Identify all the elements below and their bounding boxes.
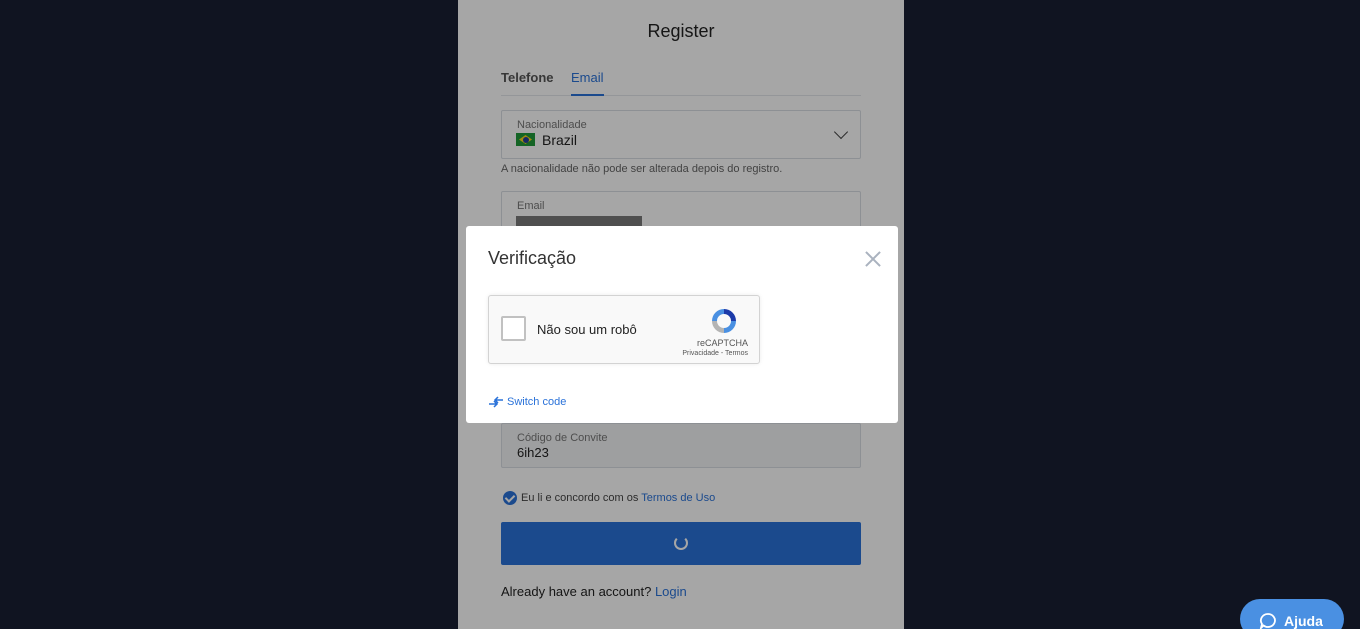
help-button[interactable]: Ajuda xyxy=(1240,599,1344,629)
recaptcha-brand: reCAPTCHA xyxy=(696,338,748,348)
switch-code-label: Switch code xyxy=(507,396,567,408)
close-icon[interactable] xyxy=(862,248,884,270)
modal-title: Verificação xyxy=(488,248,577,268)
recaptcha-widget: Não sou um robô reCAPTCHA Privacidade - … xyxy=(488,295,760,364)
chat-bubble-icon xyxy=(1259,613,1276,629)
recaptcha-label: Não sou um robô xyxy=(537,322,637,337)
recaptcha-logo-icon xyxy=(712,309,736,333)
switch-code-link[interactable]: Switch code xyxy=(488,396,566,408)
swap-arrows-icon xyxy=(489,396,503,408)
recaptcha-links[interactable]: Privacidade - Termos xyxy=(682,350,748,357)
verification-modal: Verificação Não sou um robô reCAPTCHA Pr… xyxy=(466,226,898,423)
help-label: Ajuda xyxy=(1284,613,1323,629)
recaptcha-checkbox[interactable] xyxy=(501,316,526,341)
